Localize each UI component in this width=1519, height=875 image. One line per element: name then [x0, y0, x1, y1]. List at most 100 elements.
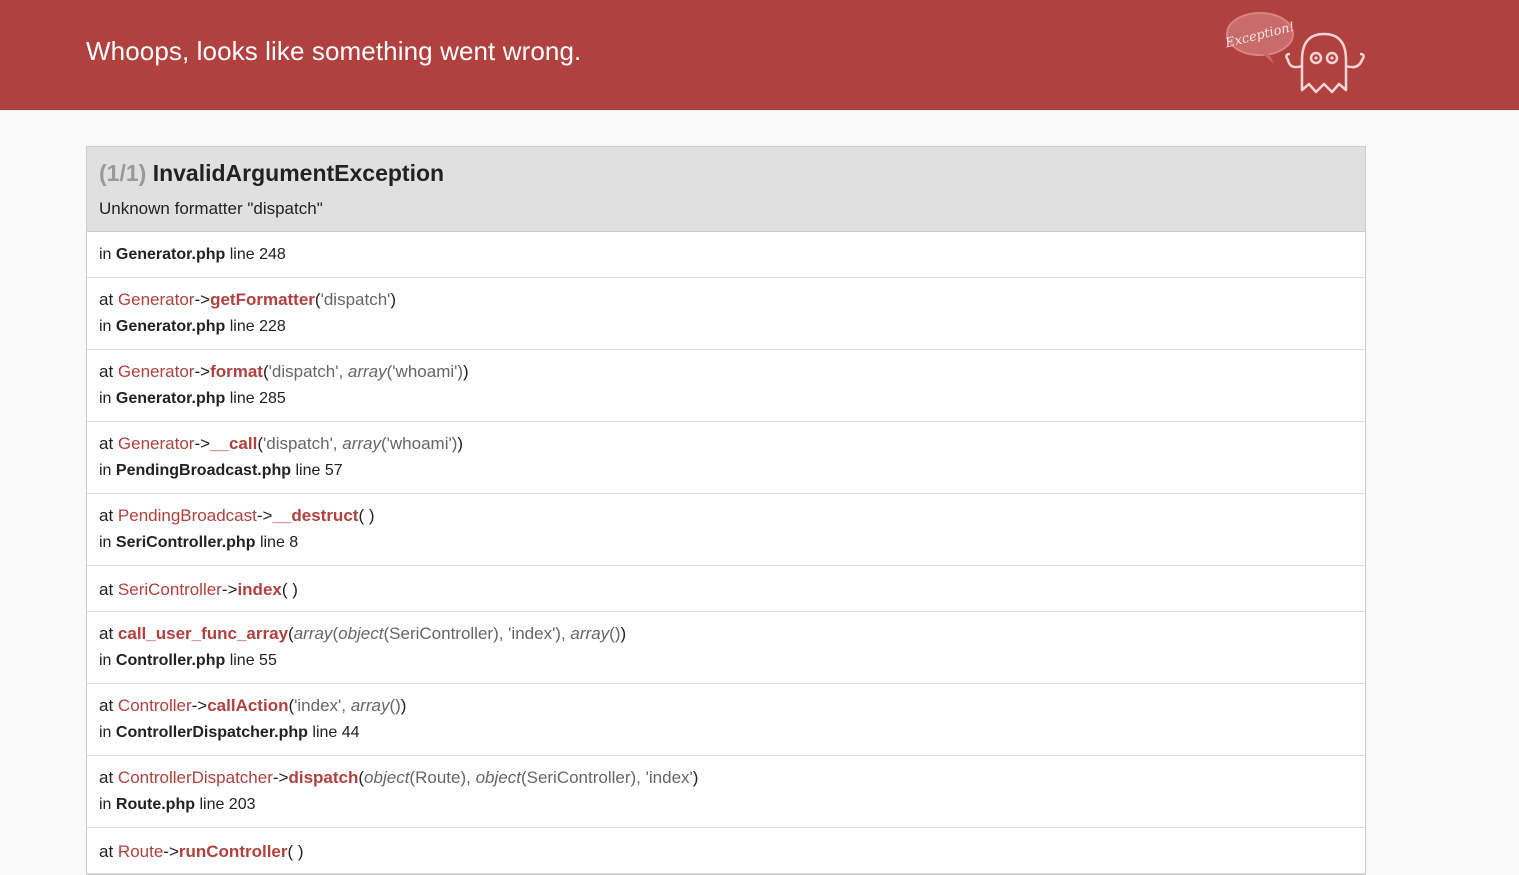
arg-value: 'dispatch', — [268, 362, 348, 381]
frame-location: in Controller.php line 55 — [99, 652, 277, 670]
in-label: in — [99, 318, 112, 335]
arg-value: (SeriController), 'index'), — [383, 624, 571, 643]
line-number: line 55 — [229, 652, 277, 669]
frame-call: at call_user_func_array(array(object(Ser… — [99, 624, 626, 644]
file-name: Generator.php — [115, 390, 226, 407]
at-label: at — [99, 842, 114, 861]
args-close: ) — [692, 768, 699, 787]
frame-location: in PendingBroadcast.php line 57 — [99, 462, 343, 480]
exception-class: InvalidArgumentException — [152, 160, 445, 186]
file-name: ControllerDispatcher.php — [115, 724, 308, 741]
args-close: ) — [400, 696, 407, 715]
at-label: at — [99, 506, 114, 525]
frame-call: at Generator->__call('dispatch', array('… — [99, 434, 463, 454]
frame-function: format — [210, 362, 263, 381]
at-label: at — [99, 434, 114, 453]
frame-class: Controller — [117, 696, 192, 715]
frame-call: at Controller->callAction('index', array… — [99, 696, 406, 716]
frame-location: in Route.php line 203 — [99, 796, 256, 814]
args-close: ) — [292, 580, 298, 599]
page-title: Whoops, looks like something went wrong. — [86, 36, 582, 66]
line-number: line 57 — [295, 462, 343, 479]
at-label: at — [99, 580, 114, 599]
arg-type: array — [350, 696, 390, 715]
arg-type: object — [338, 624, 384, 643]
frame-arrow: -> — [194, 434, 211, 453]
args-close: ) — [463, 362, 469, 381]
args-close: ) — [390, 290, 397, 309]
frame-class: SeriController — [117, 580, 222, 599]
arg-value: (Route), — [409, 768, 476, 787]
at-label: at — [99, 362, 114, 381]
line-number: line 285 — [229, 390, 286, 407]
arg-type: array — [570, 624, 610, 643]
stack-frame[interactable]: at PendingBroadcast->__destruct( ) in Ser… — [87, 494, 1365, 566]
frame-arrow: -> — [221, 580, 238, 599]
arg-value: 'dispatch' — [320, 290, 391, 309]
frame-call: at Route->runController( ) — [99, 842, 304, 862]
file-name: SeriController.php — [115, 534, 256, 551]
stack-frame[interactable]: at call_user_func_array(array(object(Ser… — [87, 612, 1365, 684]
frame-call: at PendingBroadcast->__destruct( ) — [99, 506, 375, 526]
args-open: ( — [281, 580, 288, 599]
arg-value: 'index', — [294, 696, 351, 715]
stack-frame[interactable]: at Controller->callAction('index', array… — [87, 684, 1365, 756]
arg-value: 'dispatch', — [263, 434, 343, 453]
args-close: ) — [620, 624, 627, 643]
frame-function: getFormatter — [210, 290, 315, 309]
file-name: Controller.php — [115, 652, 226, 669]
line-number: line 248 — [229, 246, 286, 263]
frame-class: Generator — [117, 362, 195, 381]
at-label: at — [99, 696, 114, 715]
in-label: in — [99, 534, 112, 551]
ghost-exception-logo: Exception! — [1224, 12, 1365, 94]
line-number: line 203 — [199, 796, 256, 813]
frame-function: dispatch — [288, 768, 359, 787]
frame-location: in SeriController.php line 8 — [99, 534, 298, 552]
file-name: Generator.php — [115, 318, 226, 335]
stack-frame[interactable]: at SeriController->index( ) — [87, 566, 1365, 612]
in-label: in — [99, 462, 112, 479]
stack-trace: at Generator->getFormatter('dispatch') in… — [87, 278, 1365, 874]
frame-class: PendingBroadcast — [117, 506, 257, 525]
in-label: in — [99, 390, 112, 407]
frame-call: at Generator->getFormatter('dispatch') — [99, 290, 396, 310]
file-name: Generator.php — [115, 246, 226, 263]
frame-class: Route — [117, 842, 164, 861]
in-label: in — [99, 724, 112, 741]
frame-call: at Generator->format('dispatch', array('… — [99, 362, 469, 382]
frame-function: __call — [210, 434, 258, 453]
args-close: ) — [297, 842, 304, 861]
stack-frame[interactable]: at Route->runController( ) — [87, 828, 1365, 874]
frame-class: ControllerDispatcher — [117, 768, 273, 787]
frame-arrow: -> — [272, 768, 289, 787]
at-label: at — [99, 768, 114, 787]
arg-type: object — [364, 768, 410, 787]
exception-panel: (1/1) InvalidArgumentException Unknown f… — [86, 146, 1366, 875]
line-number: line 228 — [229, 318, 286, 335]
line-number: line 44 — [312, 724, 360, 741]
arg-value: () — [609, 624, 621, 643]
arg-type: array — [293, 624, 333, 643]
arg-type: object — [475, 768, 521, 787]
frame-location: in Generator.php line 285 — [99, 390, 286, 408]
args-close: ) — [368, 506, 375, 525]
exception-message: Unknown formatter "dispatch" — [99, 199, 323, 218]
in-label: in — [99, 796, 112, 813]
stack-frame[interactable]: at ControllerDispatcher->dispatch(object… — [87, 756, 1365, 828]
stack-frame[interactable]: at Generator->getFormatter('dispatch') in… — [87, 278, 1365, 350]
in-label: in — [99, 652, 112, 669]
error-header: Whoops, looks like something went wrong.… — [0, 0, 1519, 110]
frame-arrow: -> — [191, 696, 208, 715]
stack-frame[interactable]: at Generator->format('dispatch', array('… — [87, 350, 1365, 422]
frame-arrow: -> — [163, 842, 179, 861]
args-open: ( — [287, 842, 294, 861]
at-label: at — [99, 290, 114, 309]
arg-value: ('whoami') — [386, 362, 464, 381]
stack-frame[interactable]: at Generator->__call('dispatch', array('… — [87, 422, 1365, 494]
exception-counter: (1/1) — [99, 160, 147, 186]
args-close: ) — [457, 434, 464, 453]
exception-location-row: in Generator.php line 248 — [87, 232, 1365, 278]
frame-function: call_user_func_array — [117, 624, 289, 643]
line-number: line 8 — [259, 534, 299, 551]
